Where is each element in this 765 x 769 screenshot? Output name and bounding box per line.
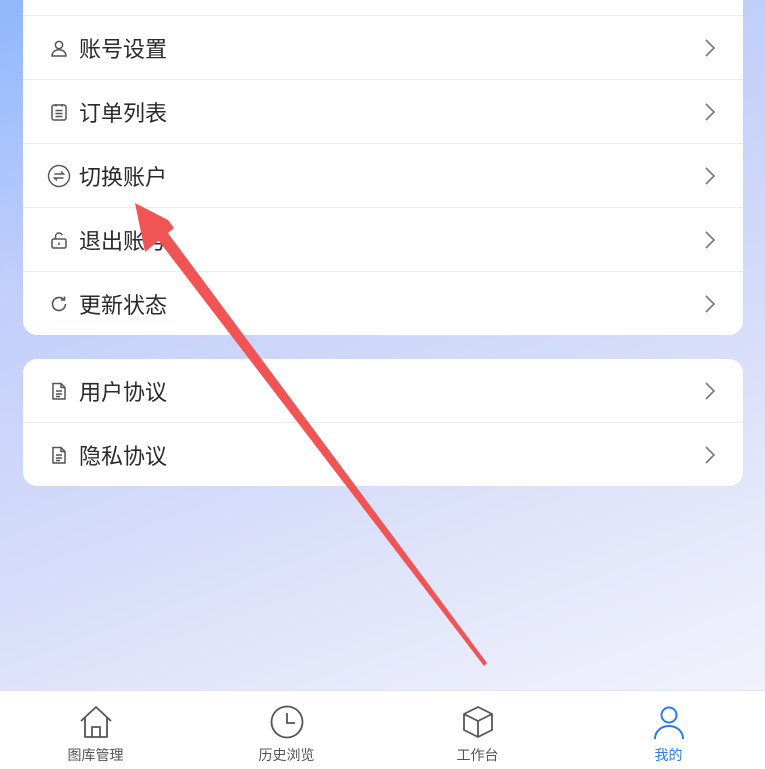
menu-item-label: 隐私协议 xyxy=(79,444,168,470)
menu-item-order-list[interactable]: 订单列表 xyxy=(23,80,743,144)
menu-item-label: 账号设置 xyxy=(79,37,168,63)
tab-label: 历史浏览 xyxy=(258,748,315,764)
refresh-icon xyxy=(51,296,67,311)
list-icon xyxy=(51,103,67,121)
chevron-right-icon xyxy=(705,294,716,313)
tab-label: 工作台 xyxy=(456,748,499,764)
chevron-right-icon xyxy=(705,230,716,249)
chevron-right-icon xyxy=(705,445,716,464)
menu-card-agreements: 用户协议 隐私协议 xyxy=(23,359,743,486)
user-icon xyxy=(51,40,67,57)
chevron-right-icon xyxy=(705,166,716,185)
tab-label: 我的 xyxy=(654,748,683,764)
switch-icon xyxy=(47,164,71,187)
tab-history[interactable]: 历史浏览 xyxy=(191,691,382,769)
menu-item-label: 订单列表 xyxy=(79,101,168,127)
menu-item-label: 更新状态 xyxy=(79,293,168,319)
menu-item-switch-account[interactable]: 切换账户 xyxy=(23,144,743,208)
tab-mine[interactable]: 我的 xyxy=(573,691,764,769)
tab-label: 图库管理 xyxy=(67,748,124,764)
menu-item-logout[interactable]: 退出账号 xyxy=(23,208,743,272)
tab-workbench[interactable]: 工作台 xyxy=(382,691,573,769)
menu-item-label: 切换账户 xyxy=(79,165,168,191)
document-icon xyxy=(52,382,66,400)
menu-item-user-agreement[interactable]: 用户协议 xyxy=(23,359,743,423)
chevron-right-icon xyxy=(705,102,716,121)
person-icon xyxy=(653,706,684,740)
menu-item-label: 退出账号 xyxy=(79,229,168,255)
document-icon xyxy=(52,446,66,464)
chevron-right-icon xyxy=(705,38,716,57)
menu-item-label: 用户协议 xyxy=(79,380,168,406)
bottom-tab-bar: 图库管理 历史浏览 工作台 我的 xyxy=(0,690,765,769)
menu-item-privacy-policy[interactable]: 隐私协议 xyxy=(23,423,743,486)
cube-icon xyxy=(462,706,493,738)
chevron-right-icon xyxy=(705,381,716,400)
menu-item-update-status[interactable]: 更新状态 xyxy=(23,272,743,335)
clock-icon xyxy=(270,705,303,739)
tab-gallery-management[interactable]: 图库管理 xyxy=(0,691,191,769)
card-top-spacer xyxy=(23,0,743,16)
unlock-icon xyxy=(51,231,67,249)
home-icon xyxy=(79,706,112,738)
menu-card-account: 账号设置 订单列表 切换账户 退出账号 更新状态 xyxy=(23,0,743,335)
menu-item-account-settings[interactable]: 账号设置 xyxy=(23,16,743,80)
